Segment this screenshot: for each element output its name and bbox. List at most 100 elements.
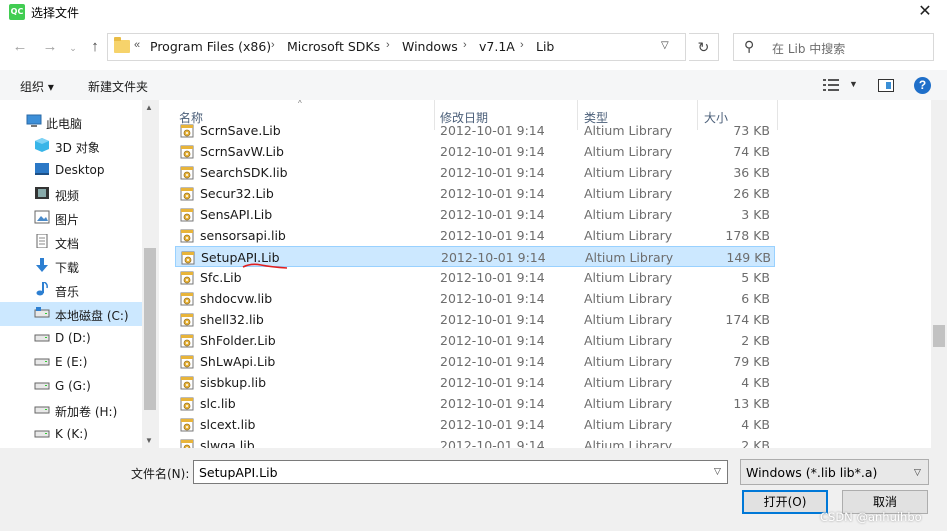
breadcrumb-item[interactable]: Lib bbox=[536, 39, 554, 54]
breadcrumb-separator-icon[interactable]: › bbox=[463, 39, 467, 51]
file-size: 5 KB bbox=[741, 270, 770, 285]
view-options-icon[interactable] bbox=[823, 79, 839, 91]
table-row[interactable]: ScrnSavW.Lib 2012-10-01 9:14 Altium Librar… bbox=[175, 141, 775, 162]
table-row[interactable]: slc.lib 2012-10-01 9:14 Altium Library 13 K… bbox=[175, 393, 775, 414]
file-list-scrollbar-thumb[interactable] bbox=[933, 325, 945, 347]
breadcrumb-item[interactable]: Program Files (x86) bbox=[150, 39, 271, 54]
file-name: shdocvw.lib bbox=[200, 291, 273, 306]
library-file-icon bbox=[180, 439, 194, 448]
file-type: Altium Library bbox=[584, 186, 673, 201]
annotation-underline bbox=[242, 263, 288, 269]
table-row[interactable]: SearchSDK.lib 2012-10-01 9:14 Altium Libra… bbox=[175, 162, 775, 183]
file-date: 2012-10-01 9:14 bbox=[440, 312, 545, 327]
file-date: 2012-10-01 9:14 bbox=[440, 354, 545, 369]
breadcrumb-separator-icon[interactable]: › bbox=[271, 39, 275, 51]
arrow-right-icon[interactable]: → bbox=[40, 37, 60, 57]
table-row[interactable]: slcext.lib 2012-10-01 9:14 Altium Library 4… bbox=[175, 414, 775, 435]
file-type: Altium Library bbox=[584, 333, 673, 348]
library-file-icon bbox=[180, 418, 194, 432]
file-type-select[interactable]: Windows (*.lib lib*.a) bbox=[740, 459, 929, 485]
chevron-down-icon[interactable]: ▽ bbox=[661, 40, 669, 51]
table-row[interactable]: ScrnSave.Lib 2012-10-01 9:14 Altium Librar… bbox=[175, 122, 775, 141]
table-row[interactable]: sisbkup.lib 2012-10-01 9:14 Altium Library… bbox=[175, 372, 775, 393]
file-date: 2012-10-01 9:14 bbox=[440, 270, 545, 285]
sort-ascending-icon: ^ bbox=[298, 99, 302, 108]
file-size: 4 KB bbox=[741, 417, 770, 432]
file-size: 74 KB bbox=[733, 144, 770, 159]
file-date: 2012-10-01 9:14 bbox=[440, 417, 545, 432]
library-file-icon bbox=[180, 124, 194, 138]
arrow-up-icon[interactable]: ↑ bbox=[85, 37, 105, 57]
file-size: 26 KB bbox=[733, 186, 770, 201]
breadcrumb-item[interactable]: Windows bbox=[402, 39, 458, 54]
file-type: Altium Library bbox=[584, 354, 673, 369]
file-date: 2012-10-01 9:14 bbox=[440, 144, 545, 159]
breadcrumb-item[interactable]: Microsoft SDKs bbox=[287, 39, 380, 54]
file-size: 3 KB bbox=[741, 207, 770, 222]
open-button[interactable]: 打开(O) bbox=[742, 490, 828, 514]
table-row[interactable]: ShFolder.Lib 2012-10-01 9:14 Altium Librar… bbox=[175, 330, 775, 351]
file-size: 36 KB bbox=[733, 165, 770, 180]
breadcrumb-separator-icon[interactable]: › bbox=[386, 39, 390, 51]
library-file-icon bbox=[180, 313, 194, 327]
breadcrumb-separator-icon[interactable]: › bbox=[520, 39, 524, 51]
filename-input[interactable]: SetupAPI.Lib bbox=[193, 460, 728, 484]
file-name: SearchSDK.lib bbox=[200, 165, 288, 180]
file-type: Altium Library bbox=[584, 165, 673, 180]
file-date: 2012-10-01 9:14 bbox=[440, 165, 545, 180]
library-file-icon bbox=[180, 376, 194, 390]
close-icon[interactable]: ✕ bbox=[915, 2, 935, 22]
table-row[interactable]: shdocvw.lib 2012-10-01 9:14 Altium Library… bbox=[175, 288, 775, 309]
file-type: Altium Library bbox=[584, 228, 673, 243]
file-date: 2012-10-01 9:14 bbox=[440, 375, 545, 390]
library-file-icon bbox=[180, 166, 194, 180]
new-folder-button[interactable]: 新建文件夹 bbox=[88, 78, 148, 95]
title-bar bbox=[0, 0, 947, 24]
file-type: Altium Library bbox=[584, 417, 673, 432]
file-size: 174 KB bbox=[725, 312, 770, 327]
chevron-down-icon[interactable]: ▼ bbox=[849, 79, 858, 89]
breadcrumb-overflow[interactable]: « bbox=[134, 39, 140, 51]
table-row[interactable]: Sfc.Lib 2012-10-01 9:14 Altium Library 5 KB bbox=[175, 267, 775, 288]
organize-button[interactable]: 组织 ▾ bbox=[20, 78, 54, 95]
library-file-icon bbox=[180, 355, 194, 369]
file-name: Sfc.Lib bbox=[200, 270, 242, 285]
chevron-down-icon[interactable]: ⌄ bbox=[63, 38, 83, 58]
help-icon[interactable]: ? bbox=[914, 77, 931, 94]
preview-pane-icon[interactable] bbox=[878, 79, 894, 92]
chevron-up-icon[interactable]: ▲ bbox=[145, 103, 153, 112]
file-name: sisbkup.lib bbox=[200, 375, 266, 390]
window-title: 选择文件 bbox=[31, 6, 80, 20]
table-row[interactable]: Secur32.Lib 2012-10-01 9:14 Altium Library… bbox=[175, 183, 775, 204]
file-list-scrollbar[interactable] bbox=[931, 100, 947, 448]
library-file-icon bbox=[180, 397, 194, 411]
search-placeholder: 在 Lib 中搜索 bbox=[772, 42, 846, 56]
file-date: 2012-10-01 9:14 bbox=[440, 123, 545, 138]
file-date: 2012-10-01 9:14 bbox=[440, 438, 545, 448]
app-icon: QC bbox=[9, 4, 25, 20]
refresh-icon[interactable]: ↻ bbox=[689, 33, 719, 61]
file-name: slcext.lib bbox=[200, 417, 256, 432]
file-name: slwga.lib bbox=[200, 438, 255, 448]
file-size: 2 KB bbox=[741, 333, 770, 348]
table-row[interactable]: SensAPI.Lib 2012-10-01 9:14 Altium Library… bbox=[175, 204, 775, 225]
library-file-icon bbox=[180, 229, 194, 243]
chevron-down-icon[interactable]: ▽ bbox=[714, 466, 721, 477]
file-type: Altium Library bbox=[584, 207, 673, 222]
table-row[interactable]: sensorsapi.lib 2012-10-01 9:14 Altium Libr… bbox=[175, 225, 775, 246]
table-row[interactable]: shell32.lib 2012-10-01 9:14 Altium Library… bbox=[175, 309, 775, 330]
file-type: Altium Library bbox=[584, 396, 673, 411]
table-row[interactable]: slwga.lib 2012-10-01 9:14 Altium Library 2 … bbox=[175, 435, 775, 448]
file-date: 2012-10-01 9:14 bbox=[441, 250, 546, 265]
file-type: Altium Library bbox=[584, 438, 673, 448]
file-name: ShFolder.Lib bbox=[200, 333, 276, 348]
breadcrumb-item[interactable]: v7.1A bbox=[479, 39, 515, 54]
chevron-down-icon[interactable]: ▽ bbox=[914, 467, 921, 478]
file-size: 149 KB bbox=[726, 250, 771, 265]
library-file-icon bbox=[180, 271, 194, 285]
table-row[interactable]: ShLwApi.Lib 2012-10-01 9:14 Altium Library… bbox=[175, 351, 775, 372]
library-file-icon bbox=[180, 334, 194, 348]
arrow-left-icon[interactable]: ← bbox=[10, 37, 30, 57]
filename-label: 文件名(N): bbox=[131, 467, 190, 481]
library-file-icon bbox=[180, 292, 194, 306]
